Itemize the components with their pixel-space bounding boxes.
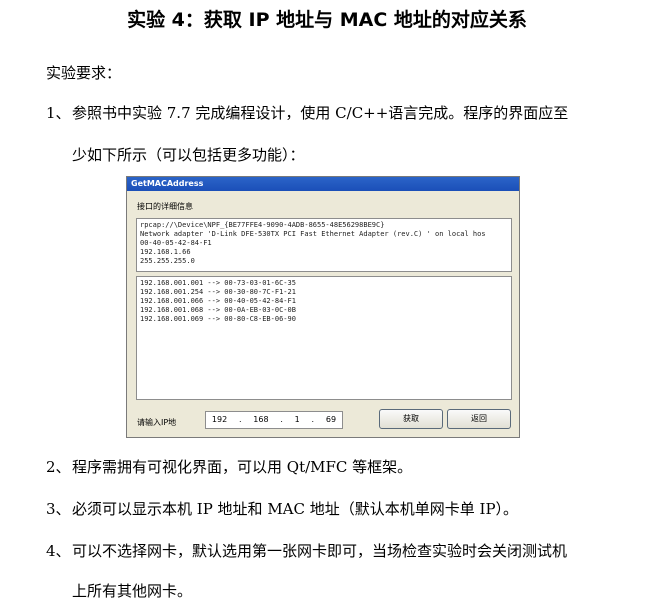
interface-info-box[interactable]: rpcap://\Device\NPF_{BE77FFE4-9090-4ADB-… [136,218,512,272]
back-button[interactable]: 返回 [447,409,511,429]
list-item: 192.168.001.001 --> 00-73-03-01-6C-35 [140,279,296,287]
ip-octet-2: 168 [253,415,269,424]
ip-dot: . [311,415,315,424]
get-button[interactable]: 获取 [379,409,443,429]
list-item: 192.168.001.068 --> 00-0A-EB-03-0C-0B [140,306,296,314]
item-3: 3、必须可以显示本机 IP 地址和 MAC 地址（默认本机单网卡单 IP）。 [46,498,518,520]
item-number: 1、 [46,104,71,122]
info-line: 00-40-05-42-84-F1 [140,239,212,247]
requirements-label: 实验要求： [46,64,122,82]
ip-octet-3: 1 [294,415,300,424]
info-line: 192.168.1.66 [140,248,191,256]
item-number: 3、 [46,500,71,518]
item-2: 2、程序需拥有可视化界面，可以用 Qt/MFC 等框架。 [46,456,412,478]
item-4-line-1: 4、可以不选择网卡，默认选用第一张网卡即可，当场检查实验时会关闭测试机 [46,540,567,562]
app-window: GetMACAddress 接口的详细信息 rpcap://\Device\NP… [126,176,520,438]
item-text: 程序需拥有可视化界面，可以用 Qt/MFC 等框架。 [72,458,413,476]
item-text: 参照书中实验 7.7 完成编程设计，使用 C/C++语言完成。程序的界面应至 [72,104,569,122]
item-4-line-2: 上所有其他网卡。 [72,582,193,600]
ip-dot: . [238,415,242,424]
item-text: 可以不选择网卡，默认选用第一张网卡即可，当场检查实验时会关闭测试机 [72,542,568,560]
item-number: 4、 [46,542,71,560]
interface-details-label: 接口的详细信息 [137,202,193,211]
ip-octet-1: 192 [211,415,228,424]
ip-input-label: 请输入IP地 [137,418,177,427]
item-1-line-2: 少如下所示（可以包括更多功能）： [72,146,305,164]
info-line: rpcap://\Device\NPF_{BE77FFE4-9090-4ADB-… [140,221,385,229]
window-title: GetMACAddress [127,177,519,191]
list-item: 192.168.001.066 --> 00-40-05-42-84-F1 [140,297,296,305]
ip-octet-4: 69 [325,415,337,424]
item-1-line-1: 1、参照书中实验 7.7 完成编程设计，使用 C/C++语言完成。程序的界面应至 [46,102,568,124]
page-title: 实验 4：获取 IP 地址与 MAC 地址的对应关系 [127,9,527,31]
info-line: 255.255.255.0 [140,257,195,265]
item-number: 2、 [46,458,71,476]
list-item: 192.168.001.254 --> 00-30-80-7C-F1-21 [140,288,296,296]
ip-address-input[interactable]: 192. 168. 1. 69 [205,411,343,429]
ip-mac-list[interactable]: 192.168.001.001 --> 00-73-03-01-6C-35 192… [136,276,512,400]
info-line: Network adapter 'D-Link DFE-530TX PCI Fa… [140,230,486,238]
ip-dot: . [280,415,283,424]
item-text: 必须可以显示本机 IP 地址和 MAC 地址（默认本机单网卡单 IP）。 [72,500,519,518]
list-item: 192.168.001.069 --> 00-80-C8-EB-06-90 [140,315,296,323]
